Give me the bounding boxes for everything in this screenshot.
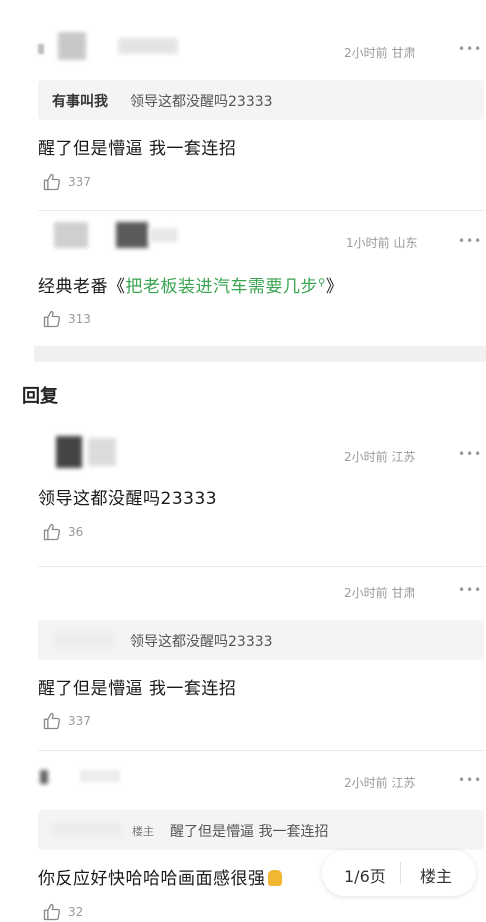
more-icon[interactable]: •••: [458, 583, 482, 597]
comment-location: 甘肃: [391, 46, 416, 60]
pager-divider: [400, 862, 401, 884]
more-icon[interactable]: •••: [458, 447, 482, 461]
comment-time: 2小时前: [344, 46, 388, 60]
reply-text-content: 你反应好快哈哈哈画面感很强: [38, 869, 266, 889]
quoted-username: [54, 632, 114, 648]
comment-1: 2小时前 甘肃 ••• 有事叫我 领导这都没醒吗23333 醒了但是懵逼 我一套…: [0, 0, 486, 205]
username[interactable]: [116, 222, 148, 248]
comment-location: 山东: [393, 236, 418, 250]
divider: [38, 750, 486, 751]
reply-location: 甘肃: [391, 586, 416, 600]
like-button[interactable]: 36: [42, 522, 83, 542]
like-button[interactable]: 313: [42, 309, 91, 329]
thumbs-up-icon: [43, 310, 61, 328]
quoted-reply[interactable]: 领导这都没醒吗23333: [38, 620, 484, 660]
thumbs-up-icon: [43, 173, 61, 191]
search-icon[interactable]: ⚲: [318, 277, 326, 288]
reply-1: 2小时前 江苏 ••• 领导这都没醒吗23333 36: [0, 430, 486, 550]
like-count: 32: [68, 905, 84, 919]
thumbs-up-emoji-icon: [267, 870, 282, 886]
reply-text: 醒了但是懵逼 我一套连招: [38, 679, 237, 699]
section-separator: [34, 346, 486, 362]
quoted-username: 有事叫我: [52, 94, 108, 110]
reply-time: 2小时前: [344, 450, 388, 464]
divider: [38, 566, 486, 567]
like-button[interactable]: 32: [42, 902, 83, 922]
topic-link[interactable]: 把老板装进汽车需要几步: [126, 277, 319, 297]
comment-meta: 1小时前 山东: [346, 234, 417, 251]
like-count: 337: [68, 175, 91, 189]
avatar[interactable]: [56, 436, 82, 468]
like-count: 337: [68, 714, 91, 728]
quoted-text: 醒了但是懵逼 我一套连招: [170, 824, 329, 840]
comment-text: 醒了但是懵逼 我一套连招: [38, 139, 237, 159]
more-icon[interactable]: •••: [458, 42, 482, 56]
username-tail: [150, 228, 178, 242]
divider: [38, 210, 486, 211]
thumbs-up-icon: [43, 903, 61, 921]
quoted-text: 领导这都没醒吗23333: [130, 634, 273, 650]
comment-text-suffix: 》: [325, 277, 344, 297]
reply-location: 江苏: [391, 450, 416, 464]
op-only-button[interactable]: 楼主: [420, 863, 452, 887]
comment-2: 1小时前 山东 ••• 经典老番《把老板装进汽车需要几步⚲》 313: [0, 212, 486, 342]
comment-text: 经典老番《把老板装进汽车需要几步⚲》: [38, 272, 343, 297]
reply-meta: 2小时前 江苏: [344, 774, 415, 791]
page-indicator[interactable]: 1/6页: [344, 863, 386, 887]
username[interactable]: [88, 438, 116, 466]
reply-2: 2小时前 甘肃 ••• 领导这都没醒吗23333 醒了但是懵逼 我一套连招 33…: [0, 568, 486, 748]
thumbs-up-icon: [43, 712, 61, 730]
quoted-username: [52, 823, 122, 837]
quoted-reply[interactable]: 有事叫我 领导这都没醒吗23333: [38, 80, 484, 120]
avatar[interactable]: [40, 770, 48, 784]
reply-text: 领导这都没醒吗23333: [38, 489, 218, 509]
avatar[interactable]: [58, 32, 86, 60]
more-icon[interactable]: •••: [458, 773, 482, 787]
like-count: 36: [68, 525, 84, 539]
reply-time: 2小时前: [344, 776, 388, 790]
comment-meta: 2小时前 甘肃: [344, 44, 415, 61]
reply-time: 2小时前: [344, 586, 388, 600]
thumbs-up-icon: [43, 523, 61, 541]
username[interactable]: [80, 770, 120, 782]
like-button[interactable]: 337: [42, 172, 91, 192]
avatar-edge: [38, 44, 44, 54]
reply-meta: 2小时前 甘肃: [344, 584, 415, 601]
comment-text-prefix: 经典老番《: [38, 277, 126, 297]
reply-meta: 2小时前 江苏: [344, 448, 415, 465]
replies-title-text: 回复: [22, 386, 58, 407]
reply-location: 江苏: [391, 776, 416, 790]
like-count: 313: [68, 312, 91, 326]
quoted-text: 领导这都没醒吗23333: [130, 94, 273, 110]
avatar[interactable]: [54, 222, 88, 248]
comment-time: 1小时前: [346, 236, 390, 250]
reply-text: 你反应好快哈哈哈画面感很强: [38, 864, 282, 889]
op-badge: 楼主: [132, 825, 154, 838]
pager: 1/6页 楼主: [322, 850, 476, 896]
username[interactable]: [118, 38, 178, 54]
like-button[interactable]: 337: [42, 711, 91, 731]
more-icon[interactable]: •••: [458, 234, 482, 248]
replies-title: 回复: [0, 382, 80, 408]
quoted-reply[interactable]: 楼主 醒了但是懵逼 我一套连招: [38, 810, 484, 850]
